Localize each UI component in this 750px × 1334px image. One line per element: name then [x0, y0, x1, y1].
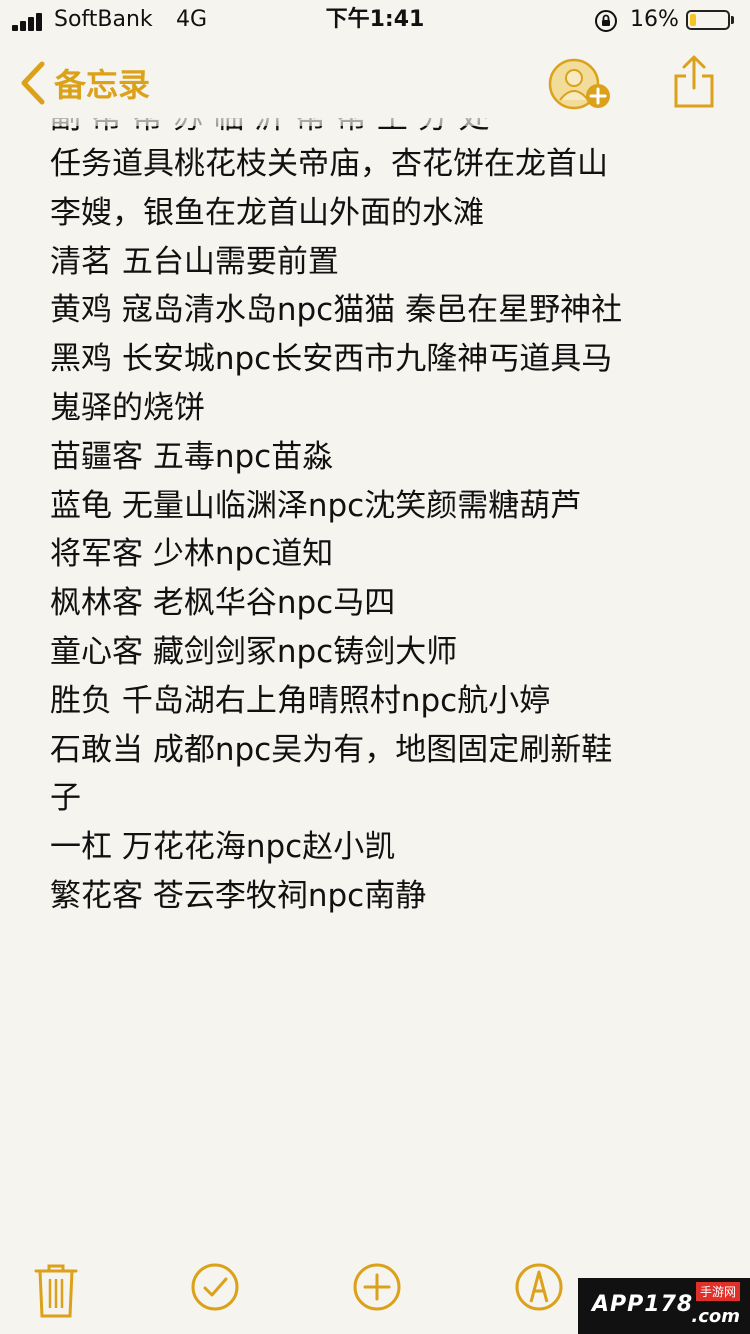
- note-line: 黑鸡 长安城npc长安西市九隆神丐道具马: [50, 341, 613, 378]
- note-body[interactable]: 任务道具桃花枝关帝庙，杏花饼在龙首山 李嫂，银鱼在龙首山外面的水滩 清茗 五台山需要…: [50, 140, 730, 921]
- note-line: 石敢当 成都npc吴为有，地图固定刷新鞋: [50, 731, 613, 768]
- pen-circle-icon[interactable]: [514, 1262, 564, 1312]
- watermark-text: APP178: [592, 1292, 694, 1317]
- note-line: 童心客 藏剑剑冢npc铸剑大师: [50, 633, 458, 670]
- orientation-lock-icon: [595, 10, 617, 32]
- note-line: 清茗 五台山需要前置: [50, 243, 339, 280]
- battery-level: [690, 14, 696, 26]
- watermark-brand: 手游网: [695, 1282, 740, 1301]
- chevron-left-icon: [21, 61, 45, 105]
- note-line: 繁花客 苍云李牧祠npc南静: [50, 877, 427, 914]
- note-line: 胜负 千岛湖右上角晴照村npc航小婷: [50, 682, 551, 719]
- status-bar: SoftBank 4G 下午1:41 16%: [0, 0, 750, 40]
- trash-icon[interactable]: [34, 1262, 78, 1318]
- note-line: 嵬驿的烧饼: [50, 389, 205, 426]
- watermark-domain: .com: [691, 1306, 740, 1327]
- note-line: 一杠 万花花海npc赵小凯: [50, 829, 396, 866]
- note-line: 枫林客 老枫华谷npc马四: [50, 585, 396, 622]
- back-button[interactable]: 备忘录: [18, 58, 150, 108]
- plus-circle-icon[interactable]: [352, 1262, 402, 1312]
- share-icon[interactable]: [672, 54, 716, 110]
- navigation-bar: 备忘录: [0, 40, 750, 126]
- note-line: 子: [50, 780, 81, 817]
- note-line: 将军客 少林npc道知: [50, 536, 334, 573]
- add-person-icon[interactable]: [548, 58, 618, 112]
- battery-cap: [731, 16, 734, 24]
- watermark-logo: APP178 手游网 .com: [578, 1278, 750, 1334]
- back-label: 备忘录: [54, 66, 151, 104]
- note-line: 蓝龟 无量山临渊泽npc沈笑颜需糖葫芦: [50, 487, 582, 524]
- battery-percentage: 16%: [630, 7, 679, 32]
- checkmark-circle-icon[interactable]: [190, 1262, 240, 1312]
- note-line: 苗疆客 五毒npc苗淼: [50, 438, 334, 475]
- note-line: 任务道具桃花枝关帝庙，杏花饼在龙首山: [50, 146, 608, 182]
- note-line: 李嫂，银鱼在龙首山外面的水滩: [50, 194, 484, 231]
- battery-icon: [686, 10, 730, 30]
- note-line: 黄鸡 寇岛清水岛npc猫猫 秦邑在星野神社: [50, 292, 623, 329]
